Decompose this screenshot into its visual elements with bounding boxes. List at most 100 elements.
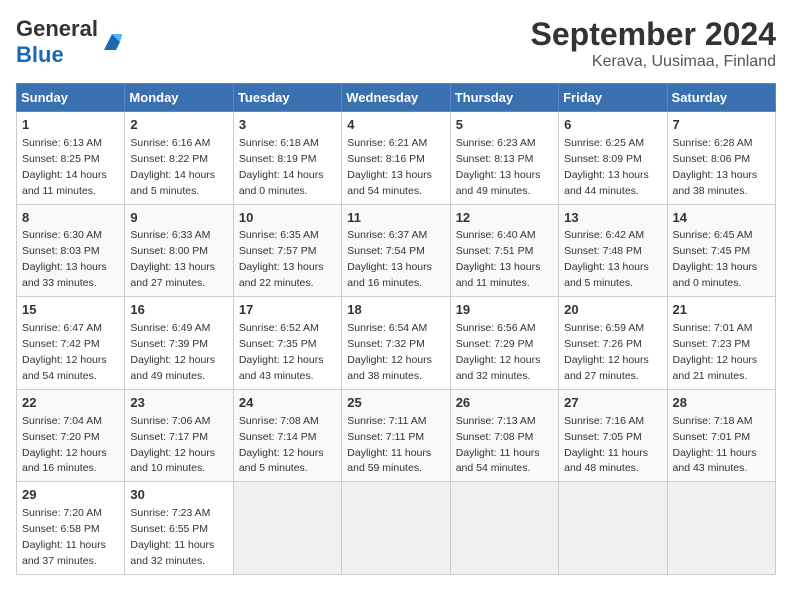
- header-thursday: Thursday: [450, 84, 558, 112]
- day-number: 13: [564, 209, 661, 228]
- day-number: 12: [456, 209, 553, 228]
- day-number: 6: [564, 116, 661, 135]
- header-friday: Friday: [559, 84, 667, 112]
- day-info: Sunrise: 7:11 AMSunset: 7:11 PMDaylight:…: [347, 415, 431, 475]
- logo-text: General Blue: [16, 16, 98, 68]
- day-info: Sunrise: 6:18 AMSunset: 8:19 PMDaylight:…: [239, 137, 324, 197]
- calendar-cell: [233, 482, 341, 575]
- calendar-cell: 8 Sunrise: 6:30 AMSunset: 8:03 PMDayligh…: [17, 204, 125, 297]
- day-info: Sunrise: 6:40 AMSunset: 7:51 PMDaylight:…: [456, 229, 541, 289]
- day-number: 17: [239, 301, 336, 320]
- calendar-cell: 30 Sunrise: 7:23 AMSunset: 6:55 PMDaylig…: [125, 482, 233, 575]
- page-header: General Blue September 2024 Kerava, Uusi…: [16, 16, 776, 71]
- day-info: Sunrise: 6:16 AMSunset: 8:22 PMDaylight:…: [130, 137, 215, 197]
- calendar-cell: 27 Sunrise: 7:16 AMSunset: 7:05 PMDaylig…: [559, 389, 667, 482]
- day-number: 18: [347, 301, 444, 320]
- day-info: Sunrise: 6:47 AMSunset: 7:42 PMDaylight:…: [22, 322, 107, 382]
- calendar-cell: [559, 482, 667, 575]
- calendar-cell: 5 Sunrise: 6:23 AMSunset: 8:13 PMDayligh…: [450, 112, 558, 205]
- calendar-cell: 3 Sunrise: 6:18 AMSunset: 8:19 PMDayligh…: [233, 112, 341, 205]
- calendar-cell: 22 Sunrise: 7:04 AMSunset: 7:20 PMDaylig…: [17, 389, 125, 482]
- calendar-week-4: 22 Sunrise: 7:04 AMSunset: 7:20 PMDaylig…: [17, 389, 776, 482]
- calendar-cell: 13 Sunrise: 6:42 AMSunset: 7:48 PMDaylig…: [559, 204, 667, 297]
- day-number: 26: [456, 394, 553, 413]
- day-number: 21: [673, 301, 770, 320]
- day-info: Sunrise: 6:13 AMSunset: 8:25 PMDaylight:…: [22, 137, 107, 197]
- day-info: Sunrise: 7:23 AMSunset: 6:55 PMDaylight:…: [130, 507, 214, 567]
- day-number: 27: [564, 394, 661, 413]
- calendar-cell: 17 Sunrise: 6:52 AMSunset: 7:35 PMDaylig…: [233, 297, 341, 390]
- day-number: 19: [456, 301, 553, 320]
- header-tuesday: Tuesday: [233, 84, 341, 112]
- calendar-cell: 16 Sunrise: 6:49 AMSunset: 7:39 PMDaylig…: [125, 297, 233, 390]
- calendar-cell: 11 Sunrise: 6:37 AMSunset: 7:54 PMDaylig…: [342, 204, 450, 297]
- day-number: 23: [130, 394, 227, 413]
- day-info: Sunrise: 7:01 AMSunset: 7:23 PMDaylight:…: [673, 322, 758, 382]
- calendar-cell: 21 Sunrise: 7:01 AMSunset: 7:23 PMDaylig…: [667, 297, 775, 390]
- day-number: 20: [564, 301, 661, 320]
- day-number: 8: [22, 209, 119, 228]
- calendar-cell: [342, 482, 450, 575]
- calendar-cell: 10 Sunrise: 6:35 AMSunset: 7:57 PMDaylig…: [233, 204, 341, 297]
- header-sunday: Sunday: [17, 84, 125, 112]
- day-number: 5: [456, 116, 553, 135]
- calendar-header-row: SundayMondayTuesdayWednesdayThursdayFrid…: [17, 84, 776, 112]
- day-number: 15: [22, 301, 119, 320]
- day-info: Sunrise: 7:08 AMSunset: 7:14 PMDaylight:…: [239, 415, 324, 475]
- calendar-cell: 9 Sunrise: 6:33 AMSunset: 8:00 PMDayligh…: [125, 204, 233, 297]
- calendar-cell: 14 Sunrise: 6:45 AMSunset: 7:45 PMDaylig…: [667, 204, 775, 297]
- day-number: 24: [239, 394, 336, 413]
- calendar-cell: 12 Sunrise: 6:40 AMSunset: 7:51 PMDaylig…: [450, 204, 558, 297]
- logo-icon: [100, 30, 124, 54]
- logo-general: General: [16, 16, 98, 41]
- day-info: Sunrise: 6:45 AMSunset: 7:45 PMDaylight:…: [673, 229, 758, 289]
- day-info: Sunrise: 7:13 AMSunset: 7:08 PMDaylight:…: [456, 415, 540, 475]
- calendar-week-1: 1 Sunrise: 6:13 AMSunset: 8:25 PMDayligh…: [17, 112, 776, 205]
- day-info: Sunrise: 7:20 AMSunset: 6:58 PMDaylight:…: [22, 507, 106, 567]
- title-area: September 2024 Kerava, Uusimaa, Finland: [531, 16, 776, 71]
- calendar-table: SundayMondayTuesdayWednesdayThursdayFrid…: [16, 83, 776, 575]
- calendar-cell: 7 Sunrise: 6:28 AMSunset: 8:06 PMDayligh…: [667, 112, 775, 205]
- calendar-cell: 25 Sunrise: 7:11 AMSunset: 7:11 PMDaylig…: [342, 389, 450, 482]
- day-info: Sunrise: 6:33 AMSunset: 8:00 PMDaylight:…: [130, 229, 215, 289]
- calendar-cell: 28 Sunrise: 7:18 AMSunset: 7:01 PMDaylig…: [667, 389, 775, 482]
- day-number: 2: [130, 116, 227, 135]
- day-info: Sunrise: 6:23 AMSunset: 8:13 PMDaylight:…: [456, 137, 541, 197]
- day-info: Sunrise: 7:18 AMSunset: 7:01 PMDaylight:…: [673, 415, 757, 475]
- day-number: 4: [347, 116, 444, 135]
- day-info: Sunrise: 6:54 AMSunset: 7:32 PMDaylight:…: [347, 322, 432, 382]
- calendar-cell: 1 Sunrise: 6:13 AMSunset: 8:25 PMDayligh…: [17, 112, 125, 205]
- day-number: 28: [673, 394, 770, 413]
- day-number: 30: [130, 486, 227, 505]
- calendar-cell: [667, 482, 775, 575]
- calendar-cell: 20 Sunrise: 6:59 AMSunset: 7:26 PMDaylig…: [559, 297, 667, 390]
- day-info: Sunrise: 6:35 AMSunset: 7:57 PMDaylight:…: [239, 229, 324, 289]
- day-info: Sunrise: 7:04 AMSunset: 7:20 PMDaylight:…: [22, 415, 107, 475]
- calendar-cell: 19 Sunrise: 6:56 AMSunset: 7:29 PMDaylig…: [450, 297, 558, 390]
- calendar-cell: 23 Sunrise: 7:06 AMSunset: 7:17 PMDaylig…: [125, 389, 233, 482]
- day-info: Sunrise: 6:56 AMSunset: 7:29 PMDaylight:…: [456, 322, 541, 382]
- day-info: Sunrise: 6:37 AMSunset: 7:54 PMDaylight:…: [347, 229, 432, 289]
- day-number: 29: [22, 486, 119, 505]
- calendar-title: September 2024: [531, 16, 776, 53]
- logo: General Blue: [16, 16, 124, 68]
- day-number: 14: [673, 209, 770, 228]
- calendar-week-3: 15 Sunrise: 6:47 AMSunset: 7:42 PMDaylig…: [17, 297, 776, 390]
- day-number: 25: [347, 394, 444, 413]
- day-number: 22: [22, 394, 119, 413]
- day-info: Sunrise: 6:30 AMSunset: 8:03 PMDaylight:…: [22, 229, 107, 289]
- day-info: Sunrise: 6:52 AMSunset: 7:35 PMDaylight:…: [239, 322, 324, 382]
- calendar-cell: 15 Sunrise: 6:47 AMSunset: 7:42 PMDaylig…: [17, 297, 125, 390]
- calendar-cell: [450, 482, 558, 575]
- day-info: Sunrise: 7:16 AMSunset: 7:05 PMDaylight:…: [564, 415, 648, 475]
- day-info: Sunrise: 6:59 AMSunset: 7:26 PMDaylight:…: [564, 322, 649, 382]
- day-number: 1: [22, 116, 119, 135]
- day-info: Sunrise: 6:21 AMSunset: 8:16 PMDaylight:…: [347, 137, 432, 197]
- day-number: 3: [239, 116, 336, 135]
- day-info: Sunrise: 6:42 AMSunset: 7:48 PMDaylight:…: [564, 229, 649, 289]
- header-saturday: Saturday: [667, 84, 775, 112]
- day-number: 11: [347, 209, 444, 228]
- logo-blue: Blue: [16, 42, 64, 67]
- calendar-cell: 29 Sunrise: 7:20 AMSunset: 6:58 PMDaylig…: [17, 482, 125, 575]
- day-number: 9: [130, 209, 227, 228]
